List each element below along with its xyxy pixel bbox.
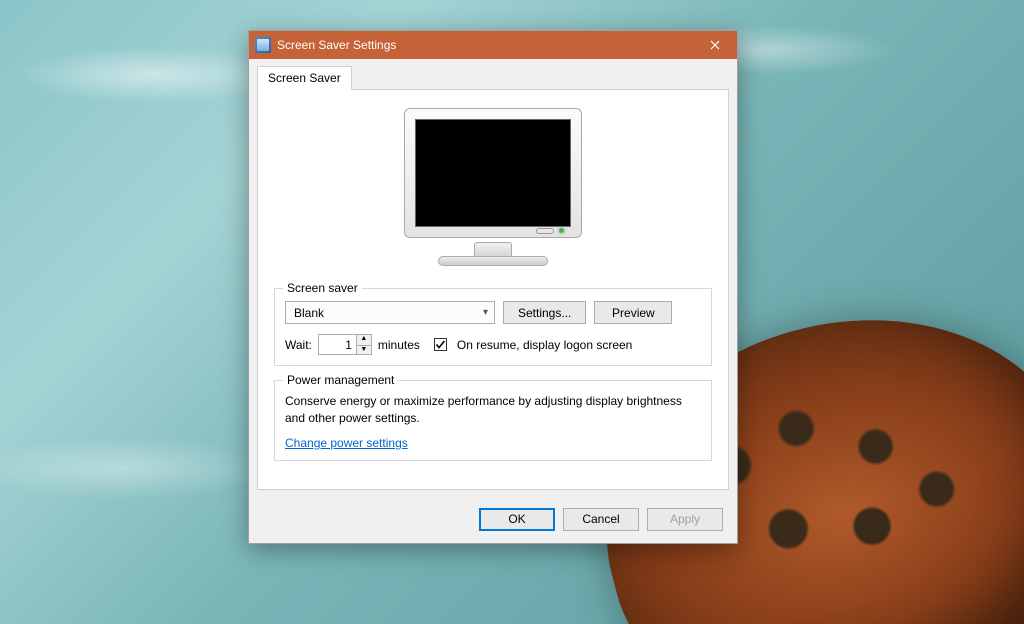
cancel-button[interactable]: Cancel	[563, 508, 639, 531]
tab-page: Screen saver Blank ▾ Settings... Preview…	[257, 89, 729, 490]
change-power-settings-link[interactable]: Change power settings	[285, 436, 408, 450]
screensaver-select[interactable]: Blank ▾	[285, 301, 495, 324]
chevron-down-icon: ▾	[483, 307, 488, 318]
power-group-label: Power management	[283, 373, 398, 387]
resume-checkbox[interactable]	[434, 338, 447, 351]
ok-button[interactable]: OK	[479, 508, 555, 531]
check-icon	[435, 339, 446, 350]
app-icon	[255, 37, 271, 53]
wait-unit: minutes	[378, 338, 420, 352]
wait-spin-down[interactable]: ▼	[356, 345, 372, 356]
power-description: Conserve energy or maximize performance …	[285, 393, 701, 428]
power-group: Power management Conserve energy or maxi…	[274, 380, 712, 461]
desktop-wallpaper: Screen Saver Settings Screen Saver	[0, 0, 1024, 624]
apply-button[interactable]: Apply	[647, 508, 723, 531]
screen-saver-settings-dialog: Screen Saver Settings Screen Saver	[248, 30, 738, 544]
tab-screen-saver[interactable]: Screen Saver	[257, 66, 352, 90]
wait-spin-up[interactable]: ▲	[356, 334, 372, 345]
titlebar[interactable]: Screen Saver Settings	[249, 31, 737, 59]
monitor-preview	[404, 108, 582, 266]
close-button[interactable]	[692, 31, 737, 59]
preview-button[interactable]: Preview	[594, 301, 672, 324]
settings-button[interactable]: Settings...	[503, 301, 586, 324]
screensaver-group-label: Screen saver	[283, 281, 362, 295]
tab-strip: Screen Saver	[249, 59, 737, 89]
wait-spinner[interactable]: ▲ ▼	[318, 334, 372, 355]
dialog-buttons: OK Cancel Apply	[249, 498, 737, 543]
wait-label: Wait:	[285, 338, 312, 352]
screensaver-select-value: Blank	[294, 306, 324, 320]
tab-label: Screen Saver	[268, 71, 341, 85]
close-icon	[710, 40, 720, 50]
wait-input[interactable]	[318, 334, 356, 355]
resume-label: On resume, display logon screen	[457, 338, 632, 352]
preview-area	[274, 108, 712, 266]
window-title: Screen Saver Settings	[277, 38, 692, 52]
screensaver-group: Screen saver Blank ▾ Settings... Preview…	[274, 288, 712, 366]
